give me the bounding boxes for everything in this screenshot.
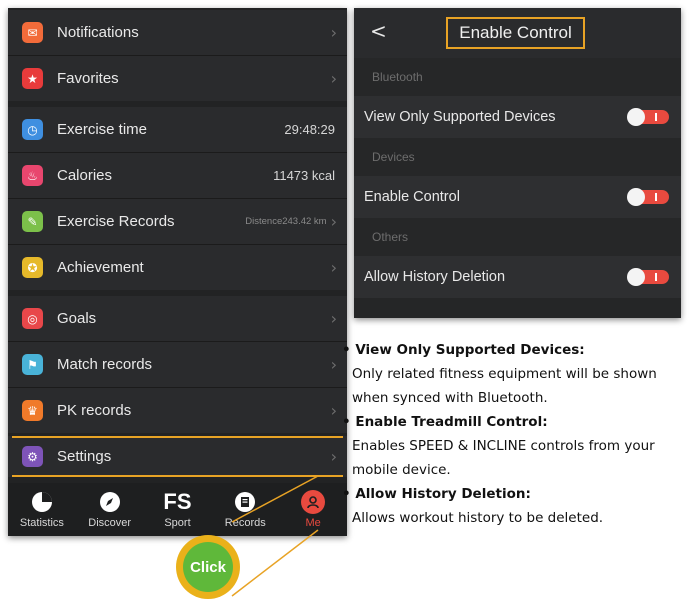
click-badge: Click bbox=[176, 535, 240, 599]
click-label: Click bbox=[183, 542, 233, 592]
callout-lines bbox=[231, 475, 319, 597]
